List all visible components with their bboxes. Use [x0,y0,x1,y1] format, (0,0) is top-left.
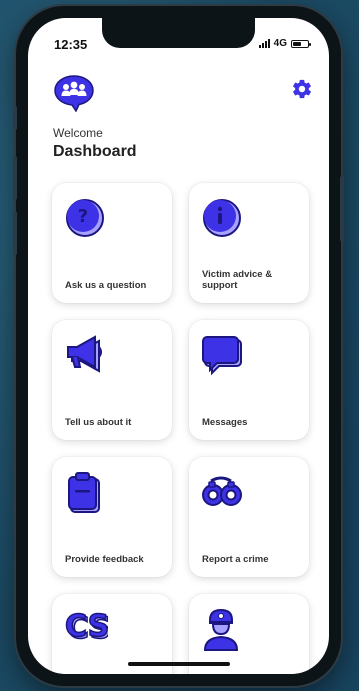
status-time: 12:35 [54,37,88,52]
card-feedback[interactable]: Provide feedback [52,457,172,577]
mute-switch [13,106,17,130]
card-messages[interactable]: Messages [189,320,309,440]
card-label: Ask us a question [65,280,147,291]
status-indicators: 4G [258,38,311,49]
card-label: Victim advice & support [202,269,273,291]
welcome-text: Welcome [53,126,103,140]
message-icon [201,334,243,381]
page-title: Dashboard [53,143,137,160]
settings-gear-icon[interactable] [291,78,313,105]
card-ask-question[interactable]: ? Ask us a question [52,183,172,303]
notch [102,18,255,48]
card-tell-us[interactable]: Tell us about it [52,320,172,440]
card-victim-advice[interactable]: Victim advice & support [189,183,309,303]
signal-icon [258,39,270,48]
phone-frame: 12:35 4G Welcome Dashboard ? Ask us a qu… [13,6,344,686]
clipboard-icon [64,471,106,518]
home-indicator[interactable] [128,662,230,666]
card-report-crime[interactable]: Report a crime [189,457,309,577]
info-icon [201,197,243,244]
volume-up-button [13,156,17,200]
card-label: Messages [202,417,248,428]
network-label: 4G [273,38,287,49]
battery-icon [291,39,311,48]
megaphone-icon [64,334,106,381]
app-logo-icon [52,74,96,117]
volume-down-button [13,211,17,255]
svg-text:?: ? [78,206,88,227]
card-label: Tell us about it [65,417,132,428]
card-label: Report a crime [202,554,269,565]
power-button [340,176,344,242]
card-label: Provide feedback [65,554,144,565]
question-icon: ? [64,197,106,244]
police-officer-icon [201,608,241,657]
handcuffs-icon [201,471,243,518]
cs-icon: CS CS [64,608,112,649]
svg-text:CS: CS [65,609,108,644]
app-screen: 12:35 4G Welcome Dashboard ? Ask us a qu… [28,18,329,674]
